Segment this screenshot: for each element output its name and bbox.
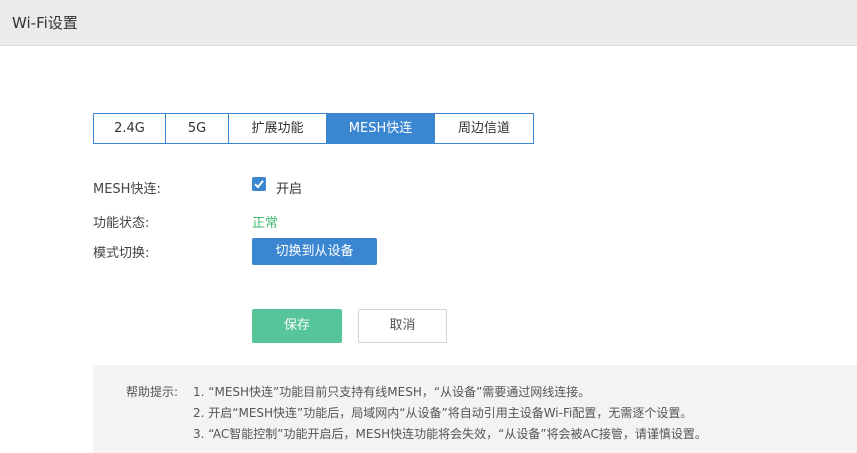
mesh-label: MESH快连: (93, 182, 161, 197)
help-panel: 帮助提示: 1. “MESH快连”功能目前只支持有线MESH，“从设备”需要通过… (93, 365, 857, 453)
tab-nearby-channels[interactable]: 周边信道 (435, 114, 533, 143)
help-title: 帮助提示: (126, 385, 179, 399)
save-button[interactable]: 保存 (252, 309, 342, 343)
help-line: 1. “MESH快连”功能目前只支持有线MESH，“从设备”需要通过网线连接。 (193, 385, 591, 399)
tab-extended-functions[interactable]: 扩展功能 (229, 114, 327, 143)
checkmark-icon (254, 180, 264, 189)
status-value: 正常 (252, 216, 279, 231)
page-title: Wi-Fi设置 (12, 14, 78, 32)
mesh-enable-label[interactable]: 开启 (276, 178, 302, 197)
tab-2-4g[interactable]: 2.4G (94, 114, 166, 143)
tab-5g[interactable]: 5G (166, 114, 229, 143)
help-line: 2. 开启“MESH快连”功能后，局域网内“从设备”将自动引用主设备Wi-Fi配… (193, 406, 693, 420)
wifi-tabs: 2.4G 5G 扩展功能 MESH快连 周边信道 (93, 113, 534, 144)
mode-label: 模式切换: (93, 246, 150, 261)
mesh-enable-checkbox[interactable] (252, 177, 266, 191)
cancel-button[interactable]: 取消 (358, 309, 447, 343)
switch-to-slave-button[interactable]: 切换到从设备 (252, 238, 377, 265)
status-label: 功能状态: (93, 216, 150, 231)
tab-mesh-quick-connect[interactable]: MESH快连 (327, 114, 435, 143)
help-line: 3. “AC智能控制”功能开启后，MESH快连功能将会失效，“从设备”将会被AC… (193, 427, 707, 441)
header-bar: Wi-Fi设置 (0, 0, 857, 46)
